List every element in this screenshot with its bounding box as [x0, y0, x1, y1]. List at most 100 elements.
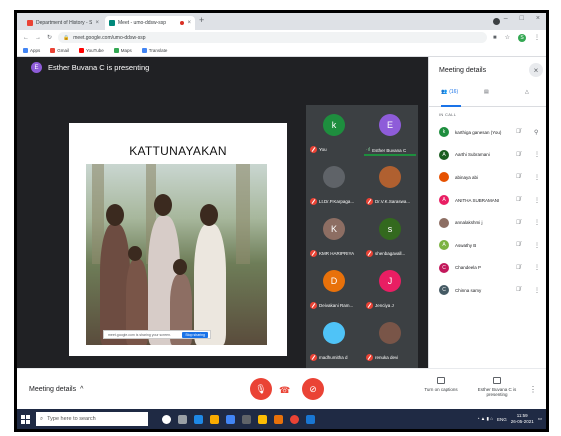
- more-options-icon[interactable]: ⋮: [529, 385, 537, 394]
- close-tab-icon[interactable]: ×: [95, 20, 99, 26]
- participant-row[interactable]: C Chandeela P 🎙̸ ⋮: [429, 257, 546, 280]
- participant-tile[interactable]: k You: [307, 106, 361, 156]
- tab-title: Department of History - Shree: [36, 20, 93, 26]
- forward-arrow-icon[interactable]: →: [35, 35, 41, 41]
- chrome-icon[interactable]: [290, 414, 299, 424]
- browser-menu-icon[interactable]: ⋮: [534, 34, 540, 41]
- search-icon: ⌕: [40, 415, 44, 422]
- app-icon[interactable]: [242, 414, 251, 424]
- participant-photo-avatar: [439, 172, 449, 183]
- back-arrow-icon[interactable]: ←: [23, 35, 29, 41]
- more-options-icon[interactable]: ⋮: [534, 174, 540, 181]
- more-options-icon[interactable]: ⋮: [534, 287, 540, 294]
- participant-tile[interactable]: renuka devi: [363, 314, 417, 364]
- tray-icons[interactable]: ◔ ▲ ▮ ⌂: [477, 416, 493, 422]
- participant-row[interactable]: A Aswathy B 🎙̸ ⋮: [429, 234, 546, 257]
- captions-button[interactable]: Turn on captions: [421, 377, 461, 392]
- participant-tile[interactable]: madhumitha d: [307, 314, 361, 364]
- taskbar-search[interactable]: ⌕ Type here to search: [36, 412, 148, 426]
- present-button[interactable]: Esther Buvana C is presenting: [475, 377, 519, 397]
- edge-icon[interactable]: [194, 414, 203, 424]
- camera-indicator-icon[interactable]: ■: [493, 35, 497, 41]
- file-explorer-icon[interactable]: [210, 414, 219, 424]
- screen-share-text: meet.google.com is sharing your screen.: [108, 332, 172, 337]
- more-options-icon[interactable]: ⋮: [534, 219, 540, 226]
- meet-controls-bar: Meeting details ^ 🎙 ☎ ⊘ Turn on captions…: [17, 368, 546, 409]
- meeting-details-button[interactable]: Meeting details ^: [29, 386, 83, 393]
- tab-search-icon[interactable]: [493, 18, 500, 25]
- camera-off-icon: ⊘: [309, 383, 317, 394]
- address-bar[interactable]: 🔒 meet.google.com/umo-ddsw-ssp: [58, 32, 487, 43]
- bookmark-translate[interactable]: Translate: [141, 48, 167, 53]
- participant-row[interactable]: A ANITHA SUBRAMANI 🎙̸ ⋮: [429, 189, 546, 212]
- participant-row[interactable]: C Chinna samy 🎙̸ ⋮: [429, 279, 546, 302]
- taskbar-apps: [162, 414, 315, 424]
- participant-tile[interactable]: J Jenciya J: [363, 262, 417, 312]
- profile-avatar[interactable]: S: [518, 33, 526, 42]
- more-options-icon[interactable]: ⋮: [534, 264, 540, 271]
- microphone-toggle-button[interactable]: 🎙: [250, 378, 272, 400]
- tab-chat[interactable]: ▤: [484, 89, 489, 95]
- lock-icon: 🔒: [63, 34, 70, 41]
- store-icon[interactable]: [226, 414, 235, 424]
- language-indicator[interactable]: ENG: [497, 417, 507, 422]
- task-view-icon[interactable]: [178, 414, 187, 424]
- mic-off-icon: 🎙̸: [516, 219, 521, 226]
- bookmark-maps[interactable]: Maps: [113, 48, 132, 53]
- panel-title: Meeting details: [439, 67, 487, 74]
- participant-row[interactable]: annalakshmi j 🎙̸ ⋮: [429, 211, 546, 234]
- app-icon[interactable]: [258, 414, 267, 424]
- mic-off-icon: 🎙̸: [516, 242, 521, 249]
- activities-icon: △: [525, 89, 529, 95]
- app-icon[interactable]: [274, 414, 283, 424]
- more-options-icon[interactable]: ⋮: [534, 197, 540, 204]
- participant-avatar: A: [439, 240, 449, 251]
- tab-google-meet[interactable]: Meet - umo-ddsw-ssp ×: [105, 16, 195, 30]
- mic-off-icon: [366, 354, 373, 361]
- tab-history-department[interactable]: Department of History - Shree ×: [23, 16, 103, 30]
- bookmark-youtube[interactable]: YouTube: [79, 48, 104, 53]
- more-options-icon[interactable]: ⋮: [534, 151, 540, 158]
- person-figure: [194, 224, 226, 345]
- more-options-icon[interactable]: ⋮: [534, 242, 540, 249]
- participant-name: madhumitha d: [319, 355, 348, 360]
- participant-name: Dr.V.K.Saraswa...: [375, 199, 411, 204]
- pin-icon[interactable]: ⚲: [534, 129, 538, 136]
- present-label: Esther Buvana C is presenting: [477, 387, 517, 397]
- bookmark-star-icon[interactable]: ☆: [505, 34, 510, 41]
- maximize-button[interactable]: □: [520, 15, 524, 22]
- cortana-icon[interactable]: [162, 414, 171, 424]
- leave-call-button[interactable]: ☎: [279, 385, 290, 396]
- stop-sharing-button[interactable]: Stop sharing: [182, 331, 208, 338]
- bookmark-gmail[interactable]: Gmail: [50, 48, 69, 53]
- windows-start-icon[interactable]: [21, 414, 30, 424]
- participant-avatar: A: [439, 195, 449, 206]
- tab-people[interactable]: 👥 (16): [441, 89, 458, 95]
- participant-photo-avatar: [323, 322, 345, 344]
- participant-tile[interactable]: Dr.V.K.Saraswa...: [363, 158, 417, 208]
- participant-tile[interactable]: Lt.Dr.P.Karpaga...: [307, 158, 361, 208]
- participant-tile[interactable]: s shenbagavall...: [363, 210, 417, 260]
- camera-toggle-button[interactable]: ⊘: [302, 378, 324, 400]
- system-clock[interactable]: 11:59 26-05-2021: [511, 413, 534, 425]
- participant-avatar: C: [439, 285, 449, 296]
- notifications-icon[interactable]: ▭: [538, 416, 542, 422]
- new-tab-button[interactable]: +: [199, 15, 204, 25]
- participant-name: Jenciya J: [375, 303, 394, 308]
- mic-off-icon: 🎙̸: [516, 264, 521, 271]
- participant-tile[interactable]: E ·ıl Esther Buvana C: [363, 106, 417, 156]
- close-tab-icon[interactable]: ×: [187, 20, 191, 26]
- participant-tile[interactable]: K KMR HARIPRIYA: [307, 210, 361, 260]
- bookmark-apps[interactable]: Apps: [23, 48, 40, 53]
- participant-row[interactable]: k karthiga ganesan (You) 🎙̸ ⚲: [429, 121, 546, 144]
- minimize-button[interactable]: –: [504, 15, 508, 22]
- close-window-button[interactable]: ×: [536, 15, 540, 22]
- word-icon[interactable]: [306, 414, 315, 424]
- participant-row[interactable]: abinaya abi 🎙̸ ⋮: [429, 166, 546, 189]
- child-head: [173, 259, 187, 275]
- close-panel-button[interactable]: ×: [529, 63, 543, 77]
- reload-icon[interactable]: ↻: [47, 34, 52, 41]
- participant-tile[interactable]: D Deivakani Ram...: [307, 262, 361, 312]
- tab-activities[interactable]: △: [525, 89, 529, 95]
- participant-row[interactable]: A Aarthi Subramani 🎙̸ ⋮: [429, 144, 546, 167]
